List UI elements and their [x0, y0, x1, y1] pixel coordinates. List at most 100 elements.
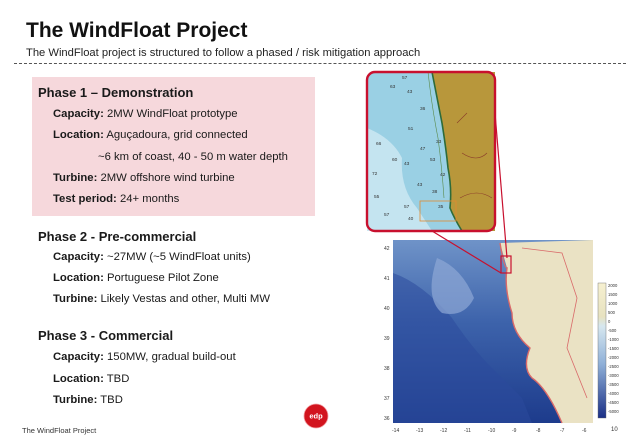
- capacity-label: Capacity:: [53, 108, 104, 120]
- turbine-value: TBD: [100, 394, 123, 406]
- scale-tick: -2000: [608, 355, 619, 360]
- depth-label: 57: [384, 212, 390, 218]
- lat-tick: 36: [384, 416, 390, 422]
- turbine-label: Turbine:: [53, 394, 98, 406]
- bathymetry-map-figure: 42 41 40 39 38 37 36 -14 -13 -12 -11 -10…: [362, 68, 634, 438]
- depth-label: 63: [390, 84, 396, 90]
- depth-label: 51: [408, 126, 414, 132]
- location-value: TBD: [106, 373, 130, 385]
- capacity-value: 2MW WindFloat prototype: [107, 108, 238, 120]
- location-label: Location:: [53, 129, 104, 141]
- phase-3-location: Location: TBD: [53, 373, 129, 385]
- depth-label: 42: [440, 172, 446, 178]
- turbine-value: 2MW offshore wind turbine: [100, 172, 235, 184]
- lat-tick: 38: [384, 366, 390, 372]
- location-label: Location:: [53, 373, 104, 385]
- depth-label: 43: [407, 89, 413, 95]
- depth-label: 57: [402, 75, 408, 81]
- lon-tick: -11: [464, 428, 471, 434]
- footer-text: The WindFloat Project: [22, 426, 97, 435]
- scale-tick: 1000: [608, 301, 618, 306]
- logo-text: edp: [309, 412, 323, 421]
- turbine-value: Likely Vestas and other, Multi MW: [100, 293, 271, 305]
- phase-2-turbine: Turbine: Likely Vestas and other, Multi …: [53, 293, 270, 305]
- scale-tick: -4500: [608, 400, 619, 405]
- page-subtitle: The WindFloat project is structured to f…: [26, 47, 421, 59]
- capacity-value: 150MW, gradual build-out: [107, 351, 236, 363]
- callout-line: [494, 112, 508, 259]
- test-period-label: Test period:: [53, 193, 117, 205]
- lon-tick: -14: [392, 428, 399, 434]
- capacity-value: ~27MW (~5 WindFloat units): [107, 251, 251, 263]
- phase-1-turbine: Turbine: 2MW offshore wind turbine: [53, 172, 235, 184]
- phase-3-turbine: Turbine: TBD: [53, 394, 123, 406]
- scale-tick: 2000: [608, 283, 618, 288]
- lon-tick: -8: [536, 428, 541, 434]
- lon-tick: -13: [416, 428, 423, 434]
- scale-tick: 1500: [608, 292, 618, 297]
- edp-logo: edp: [303, 403, 329, 429]
- depth-label: 53: [430, 157, 436, 163]
- lat-tick: 41: [384, 276, 390, 282]
- scale-tick: -3500: [608, 382, 619, 387]
- depth-label: 43: [417, 182, 423, 188]
- depth-color-scale: [597, 282, 607, 419]
- phase-2-heading: Phase 2 - Pre-commercial: [38, 229, 197, 244]
- depth-label: 47: [420, 146, 426, 152]
- phase-1-capacity: Capacity: 2MW WindFloat prototype: [53, 108, 238, 120]
- depth-label: 36: [420, 106, 426, 112]
- inset-map: 57 63 43 66 60 47 51 72 36 43 53 57 33 4…: [365, 70, 497, 233]
- scale-tick: -1000: [608, 337, 619, 342]
- depth-label: 66: [376, 141, 382, 147]
- depth-label: 55: [374, 194, 380, 200]
- bathymetry-map: 42 41 40 39 38 37 36 -14 -13 -12 -11 -10…: [365, 70, 619, 434]
- phase-1-heading: Phase 1 – Demonstration: [38, 85, 194, 100]
- lat-tick: 37: [384, 396, 390, 402]
- scale-tick: -2500: [608, 364, 619, 369]
- depth-label: 38: [432, 189, 438, 195]
- header-divider: [14, 63, 626, 64]
- longitude-ticks: -14 -13 -12 -11 -10 -9 -8 -7 -6: [392, 428, 587, 434]
- scale-tick: -500: [608, 328, 617, 333]
- location-value: Portuguese Pilot Zone: [106, 272, 219, 284]
- lon-tick: -9: [512, 428, 517, 434]
- depth-label: 40: [408, 216, 414, 222]
- phase-2-capacity: Capacity: ~27MW (~5 WindFloat units): [53, 251, 251, 263]
- phase-1-location-detail: ~6 km of coast, 40 - 50 m water depth: [98, 151, 288, 163]
- page-title: The WindFloat Project: [26, 19, 248, 42]
- depth-label: 57: [404, 204, 410, 210]
- scale-tick: 500: [608, 310, 616, 315]
- depth-label: 72: [372, 171, 378, 177]
- lon-tick: -12: [440, 428, 447, 434]
- lon-tick: -7: [560, 428, 565, 434]
- capacity-label: Capacity:: [53, 351, 104, 363]
- scale-tick: 0: [608, 319, 611, 324]
- phase-3-heading: Phase 3 - Commercial: [38, 328, 174, 343]
- turbine-label: Turbine:: [53, 293, 98, 305]
- scale-tick: -5000: [608, 409, 619, 414]
- phase-1-location: Location: Aguçadoura, grid connected: [53, 129, 248, 141]
- lat-tick: 40: [384, 306, 390, 312]
- scale-tick: -4000: [608, 391, 619, 396]
- depth-label: 43: [404, 161, 410, 167]
- scale-tick: -1500: [608, 346, 619, 351]
- test-period-value: 24+ months: [119, 193, 180, 205]
- depth-label: 35: [438, 204, 444, 210]
- depth-label: 60: [392, 157, 398, 163]
- capacity-label: Capacity:: [53, 251, 104, 263]
- lon-tick: -10: [488, 428, 495, 434]
- phase-3-capacity: Capacity: 150MW, gradual build-out: [53, 351, 236, 363]
- location-label: Location:: [53, 272, 104, 284]
- lon-tick: -6: [582, 428, 587, 434]
- scale-tick: -3000: [608, 373, 619, 378]
- depth-label: 33: [436, 139, 442, 145]
- lat-tick: 42: [384, 246, 390, 252]
- latitude-ticks: 42 41 40 39 38 37 36: [384, 246, 390, 422]
- turbine-label: Turbine:: [53, 172, 98, 184]
- scale-ticks: 2000 1500 1000 500 0 -500 -1000 -1500 -2…: [608, 283, 619, 414]
- location-value: Aguçadoura, grid connected: [106, 129, 248, 141]
- lat-tick: 39: [384, 336, 390, 342]
- phase-1-test-period: Test period: 24+ months: [53, 193, 179, 205]
- phase-2-location: Location: Portuguese Pilot Zone: [53, 272, 219, 284]
- page-number: 10: [611, 427, 618, 433]
